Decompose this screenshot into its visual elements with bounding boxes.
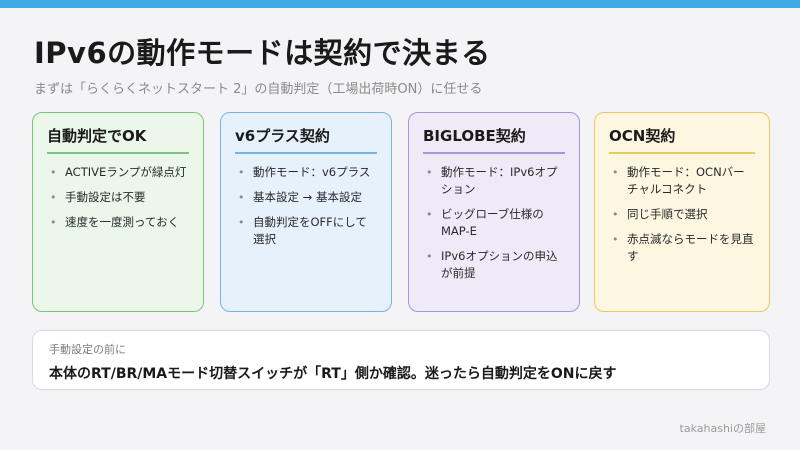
card-ocn: OCN契約 • 動作モード：OCNバーチャルコネクト • 同じ手順で選択 • 赤点滅な… [594,112,770,312]
list-item-text: 自動判定をOFFにして選択 [253,215,367,246]
list-item: • 基本設定 → 基本設定 [235,189,377,206]
list-item: • 同じ手順で選択 [609,206,755,223]
list-item-text: 赤点滅ならモードを見直す [627,232,754,263]
list-item-text: 動作モード：OCNバーチャルコネクト [627,165,745,196]
list-item-text: 速度を一度測っておく [65,215,180,229]
card-title: 自動判定でOK [47,125,189,154]
card-item-list: • ACTIVEランプが緑点灯 • 手動設定は不要 • 速度を一度測っておく [47,164,189,231]
bullet-icon: • [50,191,57,204]
note-box: 手動設定の前に 本体のRT/BR/MAモード切替スイッチが「RT」側か確認。迷っ… [32,330,770,390]
bullet-icon: • [426,208,433,221]
list-item-text: 動作モード：v6プラス [253,165,371,179]
note-text: 本体のRT/BR/MAモード切替スイッチが「RT」側か確認。迷ったら自動判定をO… [49,366,617,382]
list-item-text: 基本設定 → 基本設定 [253,190,362,204]
card-title: v6プラス契約 [235,125,377,154]
list-item: • 速度を一度測っておく [47,214,189,231]
card-item-list: • 動作モード：OCNバーチャルコネクト • 同じ手順で選択 • 赤点滅ならモードを見… [609,164,755,265]
bullet-icon: • [426,250,433,263]
list-item-text: ビッグローブ仕様のMAP-E [441,207,544,238]
list-item: • ACTIVEランプが緑点灯 [47,164,189,181]
list-item-text: ACTIVEランプが緑点灯 [65,165,187,179]
card-item-list: • 動作モード：v6プラス • 基本設定 → 基本設定 • 自動判定をOFFにして選択 [235,164,377,248]
bullet-icon: • [238,191,245,204]
bullet-icon: • [238,166,245,179]
list-item: • 動作モード：v6プラス [235,164,377,181]
card-v6plus: v6プラス契約 • 動作モード：v6プラス • 基本設定 → 基本設定 • 自動判定を… [220,112,392,312]
list-item: • 赤点滅ならモードを見直す [609,231,755,265]
bullet-icon: • [238,216,245,229]
list-item-text: 動作モード：IPv6オプション [441,165,558,196]
bullet-icon: • [612,208,619,221]
bullet-icon: • [426,166,433,179]
list-item: • 自動判定をOFFにして選択 [235,214,377,248]
bullet-icon: • [50,216,57,229]
top-accent-bar [0,0,800,8]
list-item: • 動作モード：IPv6オプション [423,164,565,198]
list-item-text: IPv6オプションの申込が前提 [441,249,558,280]
bullet-icon: • [612,233,619,246]
card-biglobe: BIGLOBE契約 • 動作モード：IPv6オプション • ビッグローブ仕様のMAP… [408,112,580,312]
list-item-text: 手動設定は不要 [65,190,146,204]
bullet-icon: • [612,166,619,179]
list-item: • 手動設定は不要 [47,189,189,206]
list-item: • IPv6オプションの申込が前提 [423,248,565,282]
mode-cards: 自動判定でOK • ACTIVEランプが緑点灯 • 手動設定は不要 • 速度を一度測っ… [32,112,770,314]
list-item: • 動作モード：OCNバーチャルコネクト [609,164,755,198]
bullet-icon: • [50,166,57,179]
list-item: • ビッグローブ仕様のMAP-E [423,206,565,240]
card-auto-detect: 自動判定でOK • ACTIVEランプが緑点灯 • 手動設定は不要 • 速度を一度測っ… [32,112,204,312]
list-item-text: 同じ手順で選択 [627,207,708,221]
note-label: 手動設定の前に [49,343,126,356]
page-title: IPv6の動作モードは契約で決まる [34,36,491,70]
footer-credit: takahashiの部屋 [679,422,766,435]
page-subtitle: まずは「らくらくネットスタート 2」の自動判定（工場出荷時ON）に任せる [34,82,483,97]
card-title: BIGLOBE契約 [423,125,565,154]
card-title: OCN契約 [609,125,755,154]
card-item-list: • 動作モード：IPv6オプション • ビッグローブ仕様のMAP-E • IPv6オプ… [423,164,565,282]
